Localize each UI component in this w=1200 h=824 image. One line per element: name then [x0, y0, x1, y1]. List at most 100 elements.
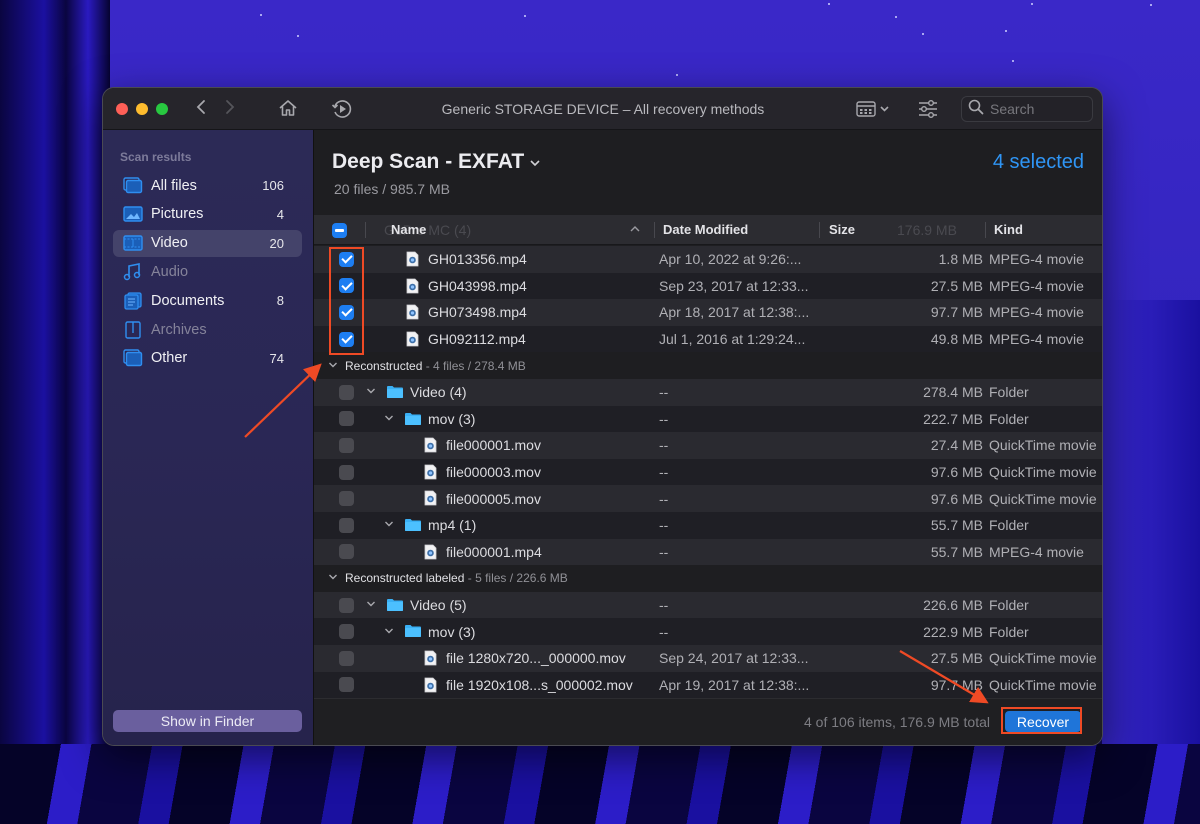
- folder-row[interactable]: Video (5) -- 226.6 MB Folder: [314, 591, 1102, 619]
- file-row[interactable]: file 1920x108...s_000002.mov Apr 19, 2017…: [314, 671, 1102, 698]
- group-label: Reconstructed - 4 files / 278.4 MB: [345, 359, 526, 373]
- filter-settings-icon[interactable]: [918, 99, 938, 122]
- group-meta: - 4 files / 278.4 MB: [422, 358, 526, 373]
- row-checkbox[interactable]: [339, 491, 354, 507]
- zoom-button[interactable]: [156, 102, 168, 115]
- file-kind: Folder: [989, 597, 1029, 614]
- date-modified: --: [659, 437, 669, 454]
- file-kind: Folder: [989, 623, 1029, 640]
- home-icon[interactable]: [278, 98, 298, 121]
- group-name: Reconstructed: [345, 358, 423, 373]
- file-kind: QuickTime movie: [989, 464, 1097, 481]
- chevron-down-icon[interactable]: [328, 360, 338, 372]
- file-name: file000001.mov: [446, 437, 541, 454]
- row-checkbox[interactable]: [339, 437, 354, 453]
- row-checkbox[interactable]: [339, 331, 354, 347]
- back-icon[interactable]: [196, 99, 206, 118]
- date-modified: --: [659, 464, 669, 481]
- search-input[interactable]: [990, 101, 1085, 117]
- row-checkbox[interactable]: [339, 517, 354, 533]
- archives-icon: [123, 320, 143, 339]
- minimize-button[interactable]: [136, 102, 148, 115]
- file-row[interactable]: GH092112.mp4 Jul 1, 2016 at 1:29:24... 49.…: [314, 325, 1102, 353]
- sidebar-item-count: 106: [262, 178, 284, 193]
- file-row[interactable]: GH043998.mp4 Sep 23, 2017 at 12:33... 27.5…: [314, 272, 1102, 300]
- file-row[interactable]: GH013356.mp4 Apr 10, 2022 at 9:26:... 1.8 …: [314, 246, 1102, 273]
- view-mode-icon[interactable]: [856, 100, 896, 121]
- chevron-down-icon[interactable]: [366, 599, 376, 611]
- sidebar-item-documents[interactable]: Documents 8: [113, 287, 302, 314]
- row-checkbox[interactable]: [339, 384, 354, 400]
- forward-icon[interactable]: [225, 99, 235, 118]
- file-row[interactable]: file000001.mov -- 27.4 MB QuickTime movie: [314, 432, 1102, 459]
- row-checkbox[interactable]: [339, 544, 354, 560]
- row-checkbox[interactable]: [339, 411, 354, 427]
- file-row[interactable]: file000005.mov -- 97.6 MB QuickTime movie: [314, 485, 1102, 512]
- recover-button[interactable]: Recover: [1005, 711, 1081, 732]
- sidebar-item-label: Audio: [151, 263, 189, 280]
- file-list: GH013356.mp4 Apr 10, 2022 at 9:26:... 1.8 …: [314, 246, 1102, 698]
- folder-icon: [404, 412, 422, 429]
- video-file-icon: [406, 251, 419, 270]
- group-name: Reconstructed labeled: [345, 571, 465, 586]
- file-row[interactable]: file000003.mov -- 97.6 MB QuickTime movie: [314, 458, 1102, 486]
- file-kind: Folder: [989, 517, 1029, 534]
- column-date-modified[interactable]: Date Modified: [663, 215, 748, 245]
- sidebar-item-count: 74: [269, 350, 284, 366]
- sidebar-item-pictures[interactable]: Pictures 4: [113, 201, 302, 228]
- sidebar-item-all-files[interactable]: All files 106: [113, 172, 302, 199]
- scan-title-dropdown[interactable]: Deep Scan - EXFAT: [332, 150, 541, 174]
- chevron-down-icon[interactable]: [328, 572, 338, 584]
- file-row[interactable]: file000001.mp4 -- 55.7 MB MPEG-4 movie: [314, 538, 1102, 566]
- folder-row[interactable]: Video (4) -- 278.4 MB Folder: [314, 378, 1102, 406]
- video-icon: [123, 234, 143, 252]
- column-kind[interactable]: Kind: [994, 215, 1023, 245]
- file-row[interactable]: file 1280x720..._000000.mov Sep 24, 2017 …: [314, 644, 1102, 672]
- file-kind: MPEG-4 movie: [989, 277, 1084, 294]
- file-kind: QuickTime movie: [989, 490, 1097, 507]
- close-button[interactable]: [116, 102, 128, 115]
- sidebar-item-label: Video: [151, 235, 188, 252]
- row-checkbox[interactable]: [339, 650, 354, 666]
- other-icon: [123, 349, 143, 367]
- row-checkbox[interactable]: [339, 624, 354, 640]
- file-row[interactable]: GH073498.mp4 Apr 18, 2017 at 12:38:... 97.…: [314, 299, 1102, 326]
- sidebar-item-label: Archives: [151, 321, 207, 338]
- file-size: 97.7 MB: [930, 304, 983, 321]
- file-kind: MPEG-4 movie: [989, 251, 1084, 268]
- recovery-history-icon[interactable]: [331, 98, 353, 123]
- sidebar-item-video[interactable]: Video 20: [113, 229, 302, 257]
- file-kind: QuickTime movie: [989, 676, 1097, 693]
- row-checkbox[interactable]: [339, 597, 354, 613]
- row-checkbox[interactable]: [339, 304, 354, 320]
- hidden-row-size: 176.9 MB: [897, 222, 957, 238]
- row-checkbox[interactable]: [339, 464, 354, 480]
- sort-ascending-icon[interactable]: [630, 215, 640, 245]
- search-field[interactable]: [961, 96, 1093, 122]
- row-checkbox[interactable]: [339, 251, 354, 267]
- sidebar-item-archives[interactable]: Archives: [113, 316, 302, 343]
- show-in-finder-button[interactable]: Show in Finder: [113, 710, 302, 732]
- column-size[interactable]: Size: [829, 215, 855, 245]
- file-size: 278.4 MB: [923, 384, 983, 401]
- date-modified: Apr 10, 2022 at 9:26:...: [659, 251, 802, 268]
- sidebar-item-other[interactable]: Other 74: [113, 345, 302, 372]
- chevron-down-icon[interactable]: [384, 413, 394, 425]
- documents-icon: [123, 292, 143, 310]
- row-checkbox[interactable]: [339, 677, 354, 693]
- chevron-down-icon[interactable]: [366, 386, 376, 398]
- window-controls: [116, 102, 168, 115]
- chevron-down-icon[interactable]: [384, 626, 394, 638]
- group-header[interactable]: Reconstructed labeled - 5 files / 226.6 …: [314, 565, 1102, 592]
- select-all-checkbox[interactable]: [332, 223, 347, 238]
- sidebar-item-audio[interactable]: Audio: [113, 258, 302, 285]
- chevron-down-icon[interactable]: [384, 519, 394, 531]
- footer-bar: 4 of 106 items, 176.9 MB total Recover: [314, 698, 1102, 745]
- folder-row[interactable]: mov (3) -- 222.7 MB Folder: [314, 405, 1102, 433]
- column-name[interactable]: Name: [391, 215, 426, 245]
- folder-row[interactable]: mp4 (1) -- 55.7 MB Folder: [314, 511, 1102, 539]
- folder-row[interactable]: mov (3) -- 222.9 MB Folder: [314, 618, 1102, 645]
- group-header[interactable]: Reconstructed - 4 files / 278.4 MB: [314, 352, 1102, 379]
- file-name: file000005.mov: [446, 490, 541, 507]
- row-checkbox[interactable]: [339, 278, 354, 294]
